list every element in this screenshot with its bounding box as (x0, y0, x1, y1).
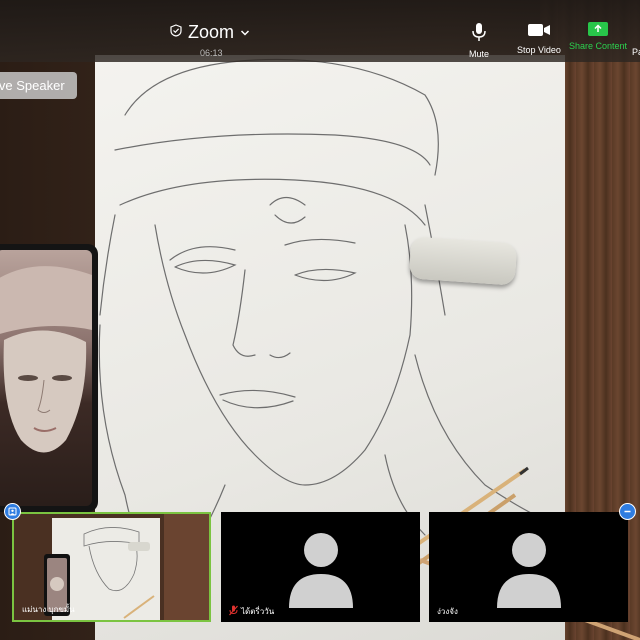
mute-label: Mute (469, 49, 490, 59)
person-avatar-icon (496, 533, 561, 608)
share-content-button[interactable]: Share Content (569, 22, 627, 51)
participants-label: Pa (632, 47, 640, 57)
person-avatar-icon (288, 533, 353, 608)
participant-name: ง่วงจัง (437, 607, 458, 616)
video-camera-icon (527, 22, 551, 40)
stop-video-label: Stop Video (517, 45, 561, 55)
mic-off-icon (229, 605, 238, 618)
top-toolbar: Zoom 06:13 Mute Stop Video Share Content… (0, 0, 640, 62)
elapsed-time: 06:13 (200, 48, 223, 58)
pin-video-button[interactable] (4, 503, 21, 520)
share-arrow-icon (588, 22, 609, 36)
participant-tile[interactable]: แม่นาง บุกขมั้น (12, 512, 211, 622)
active-speaker-label: ive Speaker (0, 78, 65, 93)
participant-name: แม่นาง บุกขมั้น (22, 605, 75, 614)
meeting-title: Zoom (188, 22, 235, 42)
reference-phone (0, 244, 98, 512)
mute-button[interactable]: Mute (469, 22, 489, 59)
participant-tile[interactable]: ง่วงจัง (429, 512, 628, 622)
minimize-thumbnails-button[interactable] (619, 503, 636, 520)
microphone-icon (471, 22, 487, 44)
active-speaker-button[interactable]: ive Speaker (0, 72, 77, 99)
share-content-label: Share Content (569, 41, 628, 51)
participant-name: ได้ตรี่ววัน (229, 605, 274, 618)
participants-button[interactable]: Pa (632, 22, 640, 57)
participant-tile[interactable]: ได้ตรี่ววัน (221, 512, 420, 622)
pin-icon (8, 503, 17, 521)
stop-video-button[interactable]: Stop Video (517, 22, 561, 55)
meeting-title-button[interactable]: Zoom (170, 22, 250, 43)
shield-check-icon (170, 23, 182, 42)
minimize-icon (623, 503, 632, 521)
reference-photo (0, 250, 92, 506)
chevron-down-icon (240, 24, 250, 42)
